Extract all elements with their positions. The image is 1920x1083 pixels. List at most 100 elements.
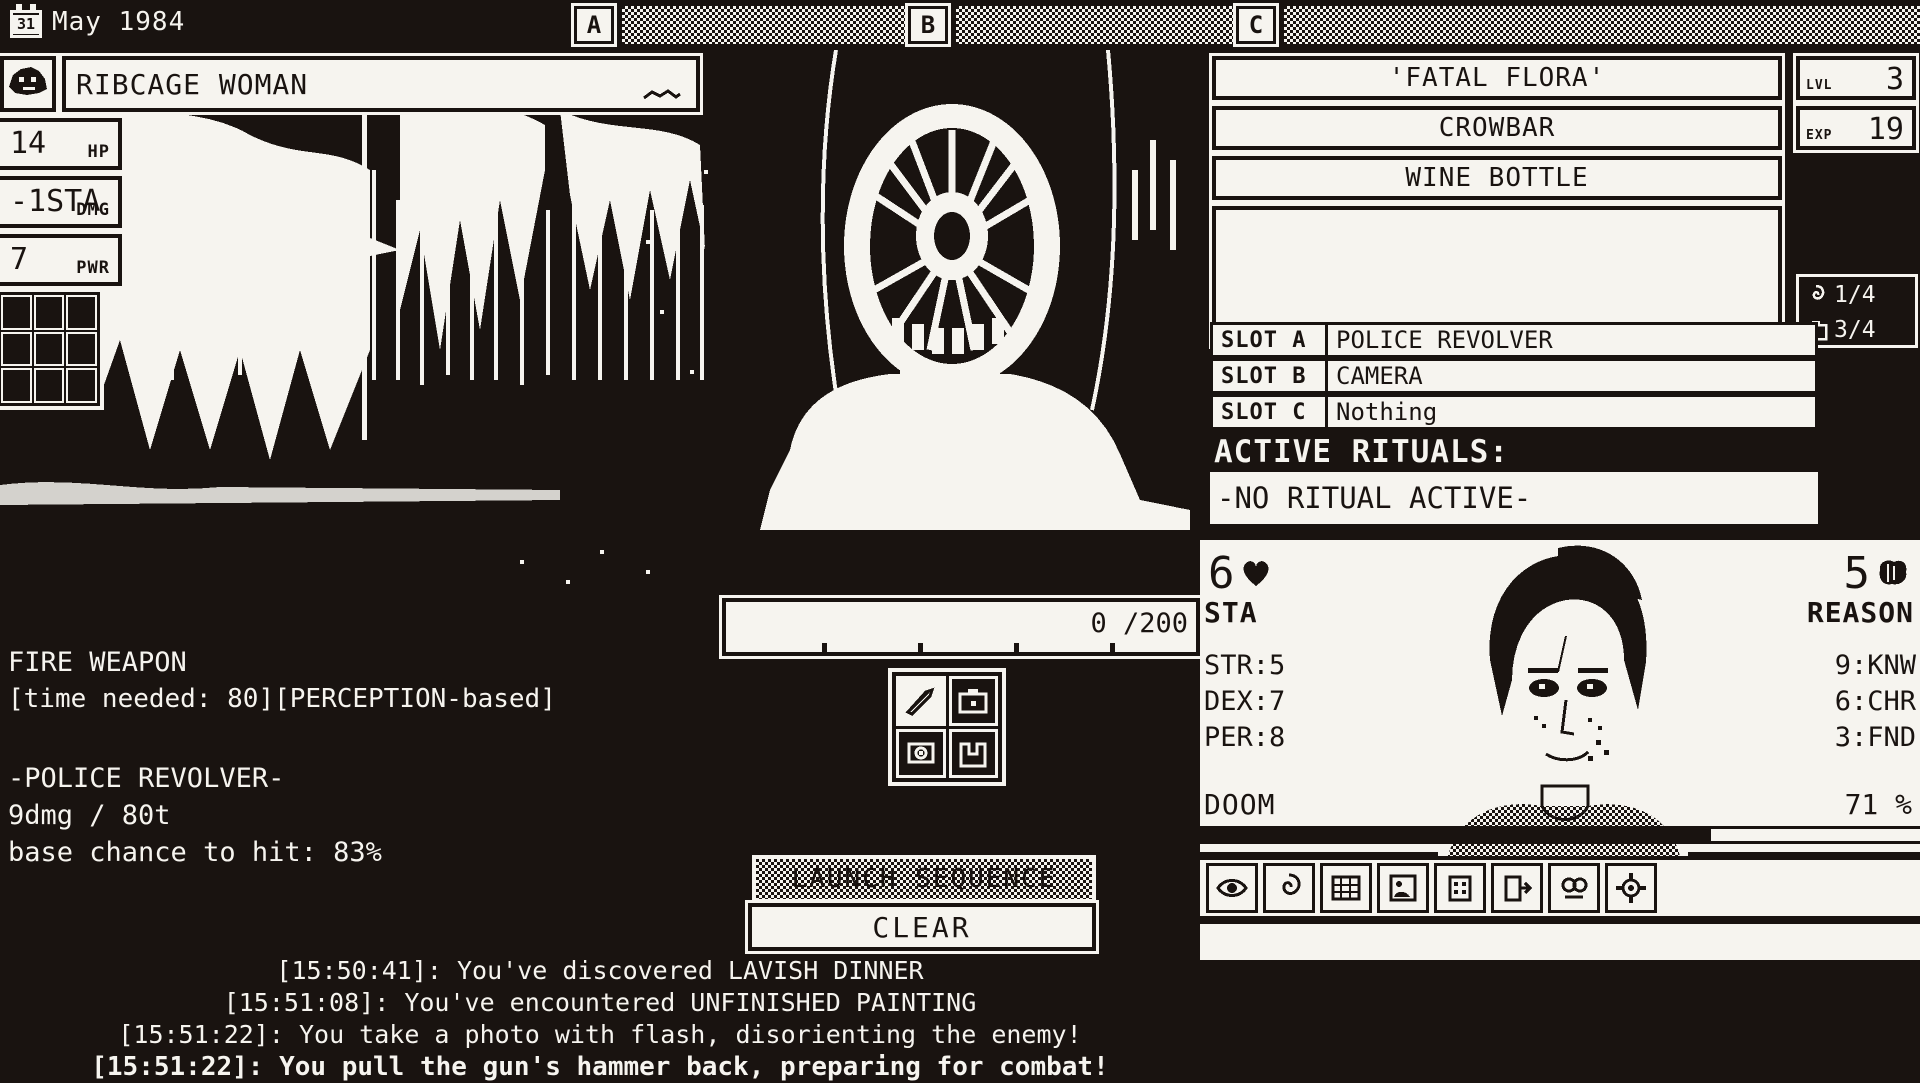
doom-bar-fill	[1200, 829, 1712, 841]
attribute-chr: 6:CHR	[1834, 686, 1916, 717]
doom-bar	[1200, 826, 1920, 844]
log-text: : You pull the gun's hammer back, prepar…	[247, 1052, 1109, 1082]
date-label: May 1984	[52, 7, 186, 37]
tab-c-bar	[1284, 6, 1920, 44]
level-label: LVL	[1806, 78, 1833, 93]
body-cell[interactable]	[33, 368, 65, 403]
stamina-label: STA	[1204, 596, 1258, 629]
weapon-name: -POLICE REVOLVER-	[8, 763, 285, 794]
attribute-fnd: 3:FND	[1834, 722, 1916, 753]
log-line: [15:50:41]: You've discovered LAVISH DIN…	[0, 955, 1200, 987]
attribute-knw: 9:KNW	[1834, 650, 1916, 681]
gear-icon[interactable]	[1605, 863, 1657, 913]
film-value: 3/4	[1834, 316, 1876, 343]
enemy-dmg-label: DMG	[76, 200, 110, 220]
doom-percent: 71 %	[1844, 788, 1912, 821]
enemy-dmg-chip: -1STA DMG	[0, 173, 125, 231]
enemy-pwr-chip: 7 PWR	[0, 231, 125, 289]
inventory-item[interactable]: CROWBAR	[1209, 103, 1785, 153]
tab-c[interactable]: C	[1233, 3, 1920, 47]
tab-b-bar	[956, 6, 1256, 44]
log-line: [15:51:08]: You've encountered UNFINISHE…	[0, 987, 1200, 1019]
tab-b[interactable]: B	[905, 3, 1256, 47]
weapon-details: -POLICE REVOLVER- 9dmg / 80t base chance…	[8, 760, 708, 871]
revolver-icon[interactable]	[896, 728, 946, 778]
character-panel: 6 STA 5 REASON STR:5 DEX:7 PER:8 9:KNW 6…	[1200, 536, 1920, 856]
ammo-row: 1/4	[1799, 277, 1915, 312]
enemy-body-grid[interactable]	[0, 288, 104, 410]
scene-artwork	[0, 50, 1200, 610]
slot-row-b[interactable]: SLOT B CAMERA	[1210, 358, 1818, 394]
time-progress-bar: 0 /200	[719, 595, 1203, 659]
attribute-per: PER:8	[1204, 722, 1286, 753]
slot-row-c[interactable]: SLOT C Nothing	[1210, 394, 1818, 430]
exp-label: EXP	[1806, 128, 1833, 143]
building-icon[interactable]	[1434, 863, 1486, 913]
body-cell[interactable]	[66, 295, 97, 330]
body-cell[interactable]	[33, 331, 65, 367]
enemy-hp-value: 14	[10, 126, 47, 161]
right-sidebar: 'FATAL FLORA' CROWBAR WINE BOTTLE 3 LVL …	[1200, 50, 1920, 1080]
exp-chip: 19 EXP	[1793, 103, 1919, 153]
level-chip: 3 LVL	[1793, 53, 1919, 103]
knife-icon[interactable]	[896, 676, 946, 726]
log-time: [15:50:41]	[276, 956, 427, 985]
spiral-icon[interactable]	[1263, 863, 1315, 913]
launch-sequence-label: LAUNCH SEQUENCE	[791, 864, 1057, 894]
equipment-slots: SLOT A POLICE REVOLVER SLOT B CAMERA SLO…	[1210, 322, 1818, 430]
enemy-name: RIBCAGE WOMAN	[76, 67, 309, 101]
enemy-pwr-value: 7	[10, 242, 29, 277]
spiral-icon	[1812, 284, 1825, 300]
body-cell[interactable]	[1, 331, 32, 367]
enemy-portrait-icon[interactable]	[0, 53, 59, 115]
slot-c-value: Nothing	[1328, 394, 1818, 430]
sidebar-bottom-strip	[1200, 924, 1920, 964]
enemy-pwr-label: PWR	[76, 258, 110, 278]
mystery-icon[interactable]	[1548, 863, 1600, 913]
slot-b-value: CAMERA	[1328, 358, 1818, 394]
eye-icon[interactable]	[1206, 863, 1258, 913]
slot-row-a[interactable]: SLOT A POLICE REVOLVER	[1210, 322, 1818, 358]
action-title: FIRE WEAPON	[8, 647, 187, 678]
bottom-toolbar[interactable]	[1200, 856, 1920, 920]
calendar-day: 31	[13, 15, 39, 34]
map-icon[interactable]	[1320, 863, 1372, 913]
door-icon[interactable]	[948, 728, 998, 778]
log-time: [15:51:08]	[223, 988, 375, 1017]
enemy-hp-chip: 14 HP	[0, 115, 125, 173]
body-cell[interactable]	[1, 368, 32, 403]
date-display: 31 May 1984	[8, 4, 185, 40]
attributes-left: STR:5 DEX:7 PER:8	[1204, 648, 1285, 756]
inventory-item[interactable]: WINE BOTTLE	[1209, 153, 1785, 203]
heart-icon	[1242, 561, 1269, 586]
body-cell[interactable]	[33, 295, 65, 330]
reason-label: REASON	[1806, 596, 1914, 629]
body-cell[interactable]	[66, 331, 97, 367]
ammo-value: 1/4	[1834, 281, 1876, 308]
stamina-chip: 6	[1208, 552, 1273, 596]
log-text: : You take a photo with flash, disorient…	[268, 1020, 1082, 1049]
player-portrait[interactable]	[1438, 540, 1688, 856]
journal-icon[interactable]	[1377, 863, 1429, 913]
log-line: [15:51:22]: You take a photo with flash,…	[0, 1019, 1200, 1051]
progress-ticks	[726, 643, 1196, 652]
camera-icon[interactable]	[948, 676, 998, 726]
attribute-dex: DEX:7	[1204, 686, 1286, 717]
clear-button[interactable]: CLEAR	[745, 900, 1099, 954]
doom-label: DOOM	[1204, 788, 1276, 821]
action-icon-grid[interactable]	[888, 668, 1006, 786]
inventory-item[interactable]: 'FATAL FLORA'	[1209, 53, 1785, 103]
tab-a-bar	[622, 6, 932, 44]
progress-value: 0 /200	[1090, 608, 1188, 639]
body-cell[interactable]	[1, 295, 32, 330]
brain-icon	[1879, 560, 1907, 585]
launch-sequence-button[interactable]: LAUNCH SEQUENCE	[752, 855, 1096, 903]
tab-a[interactable]: A	[571, 3, 932, 47]
log-line-current: [15:51:22]: You pull the gun's hammer ba…	[0, 1051, 1200, 1083]
game-screen: 31 May 1984 A B C RIBCAGE WOMAN 14 HP -1…	[0, 0, 1920, 1083]
weapon-hit-chance: base chance to hit: 83%	[8, 837, 382, 868]
active-rituals-body: -NO RITUAL ACTIVE-	[1210, 472, 1818, 524]
exit-icon[interactable]	[1491, 863, 1543, 913]
body-cell[interactable]	[66, 368, 97, 403]
clear-label: CLEAR	[872, 910, 972, 944]
